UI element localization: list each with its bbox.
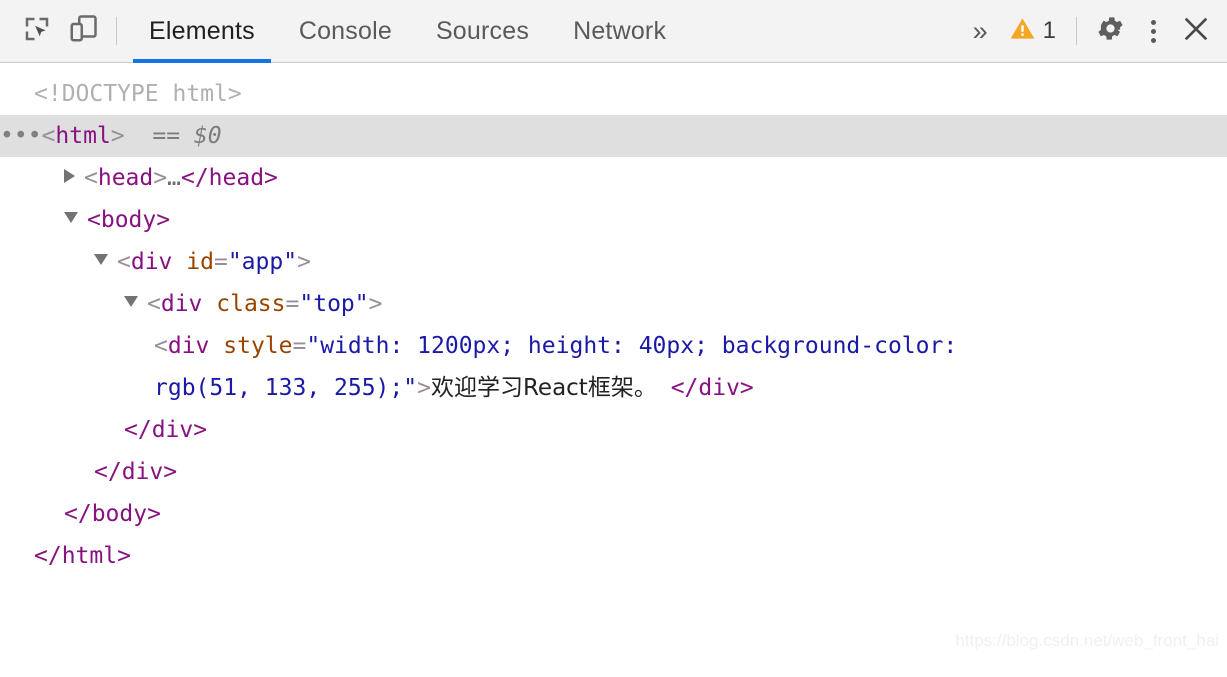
gear-icon (1095, 13, 1126, 49)
toolbar-right-group: » 1 (959, 0, 1219, 63)
chevron-down-icon[interactable] (64, 212, 78, 223)
angle-close: > (153, 165, 168, 191)
dom-node-close-div-app[interactable]: </div> (0, 451, 1227, 493)
attr-name-style: style (223, 333, 293, 359)
attr-equals: = (292, 333, 307, 359)
dom-node-html[interactable]: •••<html> == $0 (0, 115, 1227, 157)
angle-open: < (117, 249, 131, 275)
elements-dom-tree[interactable]: <!DOCTYPE html> •••<html> == $0 <head>…<… (0, 63, 1227, 676)
angle-open: < (147, 291, 161, 317)
watermark: https://blog.csdn.net/web_front_hai (955, 631, 1219, 650)
settings-button[interactable] (1087, 8, 1133, 54)
closing-tag-div: </div> (670, 375, 754, 401)
chevron-double-right-icon: » (972, 15, 988, 46)
kebab-dot-2 (1150, 28, 1156, 34)
devtools-tabs: Elements Console Sources Network (127, 0, 688, 63)
chevron-down-icon[interactable] (94, 254, 108, 265)
chevron-right-icon[interactable] (64, 169, 75, 183)
more-options-button[interactable] (1133, 8, 1173, 54)
node-badge-dots: ••• (0, 123, 42, 149)
text-node-content[interactable]: 欢迎学习React框架。 (431, 375, 657, 401)
tab-elements-label: Elements (149, 16, 255, 45)
angle-close: > (297, 249, 311, 275)
collapsed-ellipsis[interactable]: … (167, 165, 181, 191)
tab-network[interactable]: Network (551, 0, 688, 63)
tab-network-label: Network (573, 16, 667, 45)
angle-close: > (417, 375, 431, 401)
dom-node-div-app[interactable]: <div id="app"> (0, 241, 1227, 283)
attr-name-id: id (186, 249, 214, 275)
dom-node-close-html[interactable]: </html> (0, 535, 1227, 577)
angle-open: < (41, 123, 56, 149)
selected-node-ref: == $0 (152, 123, 222, 149)
warning-count-label: 1 (1042, 17, 1056, 44)
tab-console-label: Console (298, 16, 392, 45)
closing-tag-head: </head> (180, 165, 278, 191)
attr-value-app[interactable]: "app" (228, 249, 297, 275)
tag-name-div: div (167, 333, 210, 359)
attr-equals: = (285, 291, 300, 317)
device-toolbar-icon (68, 14, 98, 49)
attr-equals: = (213, 249, 228, 275)
dom-node-body[interactable]: <body> (0, 199, 1227, 241)
tag-name-div: div (160, 291, 203, 317)
kebab-dot-3 (1150, 37, 1156, 43)
toolbar-divider (116, 17, 117, 45)
tab-sources-label: Sources (435, 16, 530, 45)
kebab-dot-1 (1150, 19, 1156, 25)
dom-node-div-top[interactable]: <div class="top"> (0, 283, 1227, 325)
dom-node-div-styled[interactable]: <div style="width: 1200px; height: 40px;… (0, 325, 1227, 409)
dom-node-close-body[interactable]: </body> (0, 493, 1227, 535)
angle-open: < (154, 333, 168, 359)
angle-close: > (110, 123, 125, 149)
chevron-down-icon[interactable] (124, 296, 138, 307)
closing-tag-div-top: </div> (124, 417, 208, 443)
tab-elements[interactable]: Elements (127, 0, 277, 63)
tab-console[interactable]: Console (277, 0, 414, 63)
dom-node-doctype[interactable]: <!DOCTYPE html> (0, 73, 1227, 115)
close-devtools-button[interactable] (1173, 8, 1219, 54)
dom-node-close-div-top[interactable]: </div> (0, 409, 1227, 451)
device-toolbar-button[interactable] (60, 8, 106, 54)
closing-tag-div-app: </div> (94, 459, 178, 485)
attr-value-style-part1[interactable]: "width: 1200px; height: 40px; background… (306, 333, 957, 359)
closing-tag-html: </html> (34, 543, 131, 569)
warning-triangle-icon (1009, 15, 1036, 47)
inspect-element-button[interactable] (14, 8, 60, 54)
dom-node-head[interactable]: <head>…</head> (0, 157, 1227, 199)
closing-tag-body: </body> (64, 501, 161, 527)
tag-name-html: html (55, 123, 111, 149)
tab-sources[interactable]: Sources (414, 0, 551, 63)
tag-name-div: div (130, 249, 173, 275)
tag-name-head: head (97, 165, 154, 191)
angle-open: < (84, 165, 98, 191)
warning-counter[interactable]: 1 (999, 15, 1066, 47)
attr-value-style-part2[interactable]: rgb(51, 133, 255);" (154, 375, 417, 401)
attr-value-top[interactable]: "top" (299, 291, 368, 317)
inspect-element-icon (22, 14, 52, 49)
devtools-toolbar: Elements Console Sources Network » 1 (0, 0, 1227, 63)
close-icon (1181, 14, 1211, 49)
attr-name-class: class (216, 291, 286, 317)
more-tabs-button[interactable]: » (959, 16, 999, 47)
doctype-text: <!DOCTYPE html> (34, 81, 242, 107)
angle-close: > (368, 291, 383, 317)
tag-name-body: <body> (87, 207, 171, 233)
toolbar-divider-right (1076, 17, 1077, 45)
